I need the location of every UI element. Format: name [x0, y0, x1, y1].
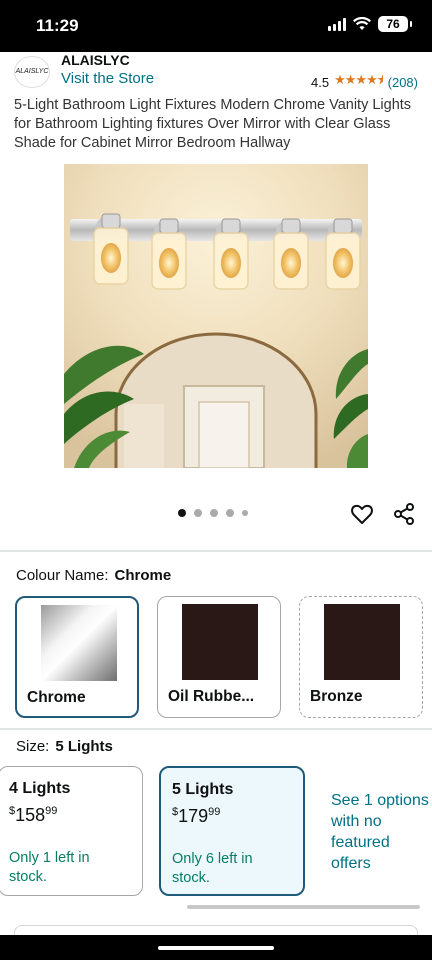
carousel-dot[interactable] — [242, 510, 248, 516]
product-image[interactable] — [64, 164, 368, 468]
colour-option-label: Oil Rubbe... — [168, 688, 255, 705]
section-divider — [0, 550, 432, 552]
rating-count-link[interactable]: (208) — [388, 75, 418, 90]
rating[interactable]: 4.5 ★★★★⯨ (208) — [311, 71, 418, 93]
size-option-price: $15899 — [9, 805, 58, 825]
size-option-stock: Only 6 left in stock. — [172, 851, 253, 886]
colour-option-label: Bronze — [310, 688, 363, 705]
see-more-options-link[interactable]: See 1 options with no featured offers — [331, 790, 431, 874]
colour-option-bronze[interactable]: Bronze — [299, 596, 423, 718]
carousel-dot[interactable] — [226, 509, 234, 517]
heart-icon[interactable] — [350, 502, 374, 526]
brand-name: ALAISLYC — [61, 52, 130, 68]
size-scrollbar[interactable] — [187, 905, 420, 909]
battery-icon: 76 — [378, 16, 412, 32]
colour-label-text: Colour Name: — [16, 567, 109, 584]
chrome-swatch-image — [41, 605, 117, 681]
size-label: Size: 5 Lights — [16, 738, 113, 755]
star-rating-icon: ★★★★⯨ — [334, 72, 384, 87]
oil-rubbed-swatch-image — [182, 604, 258, 680]
home-indicator[interactable] — [0, 935, 432, 960]
product-title: 5-Light Bathroom Light Fixtures Modern C… — [14, 97, 412, 151]
image-carousel-dots[interactable] — [178, 509, 248, 517]
size-label-text: Size: — [16, 738, 50, 755]
wifi-icon — [353, 17, 371, 30]
colour-option-label: Chrome — [27, 689, 86, 706]
visit-store-link[interactable]: Visit the Store — [61, 70, 154, 87]
size-option-name: 4 Lights — [9, 780, 71, 797]
brand-logo[interactable]: ALAISLYC — [14, 56, 50, 88]
colour-selected-value: Chrome — [114, 567, 172, 584]
section-divider — [0, 728, 432, 730]
bronze-swatch-image — [324, 604, 400, 680]
size-selected-value: 5 Lights — [55, 738, 113, 755]
share-icon[interactable] — [392, 502, 416, 526]
size-option-4-lights[interactable]: 4 Lights $15899 Only 1 left in stock. — [0, 766, 143, 896]
carousel-dot[interactable] — [194, 509, 202, 517]
colour-option-chrome[interactable]: Chrome — [15, 596, 139, 718]
size-option-stock: Only 1 left in stock. — [9, 850, 90, 885]
cellular-signal-icon — [328, 17, 346, 31]
carousel-dot[interactable] — [210, 509, 218, 517]
colour-option-oil-rubbed[interactable]: Oil Rubbe... — [157, 596, 281, 718]
colour-label: Colour Name: Chrome — [16, 567, 171, 584]
status-bar: 11:29 76 — [0, 0, 432, 52]
size-option-5-lights[interactable]: 5 Lights $17999 Only 6 left in stock. — [159, 766, 305, 896]
size-option-price: $17999 — [172, 806, 221, 826]
status-icons: 76 — [328, 16, 412, 32]
status-time: 11:29 — [36, 16, 79, 35]
size-option-name: 5 Lights — [172, 781, 234, 798]
rating-value: 4.5 — [311, 74, 330, 90]
carousel-dot[interactable] — [178, 509, 186, 517]
